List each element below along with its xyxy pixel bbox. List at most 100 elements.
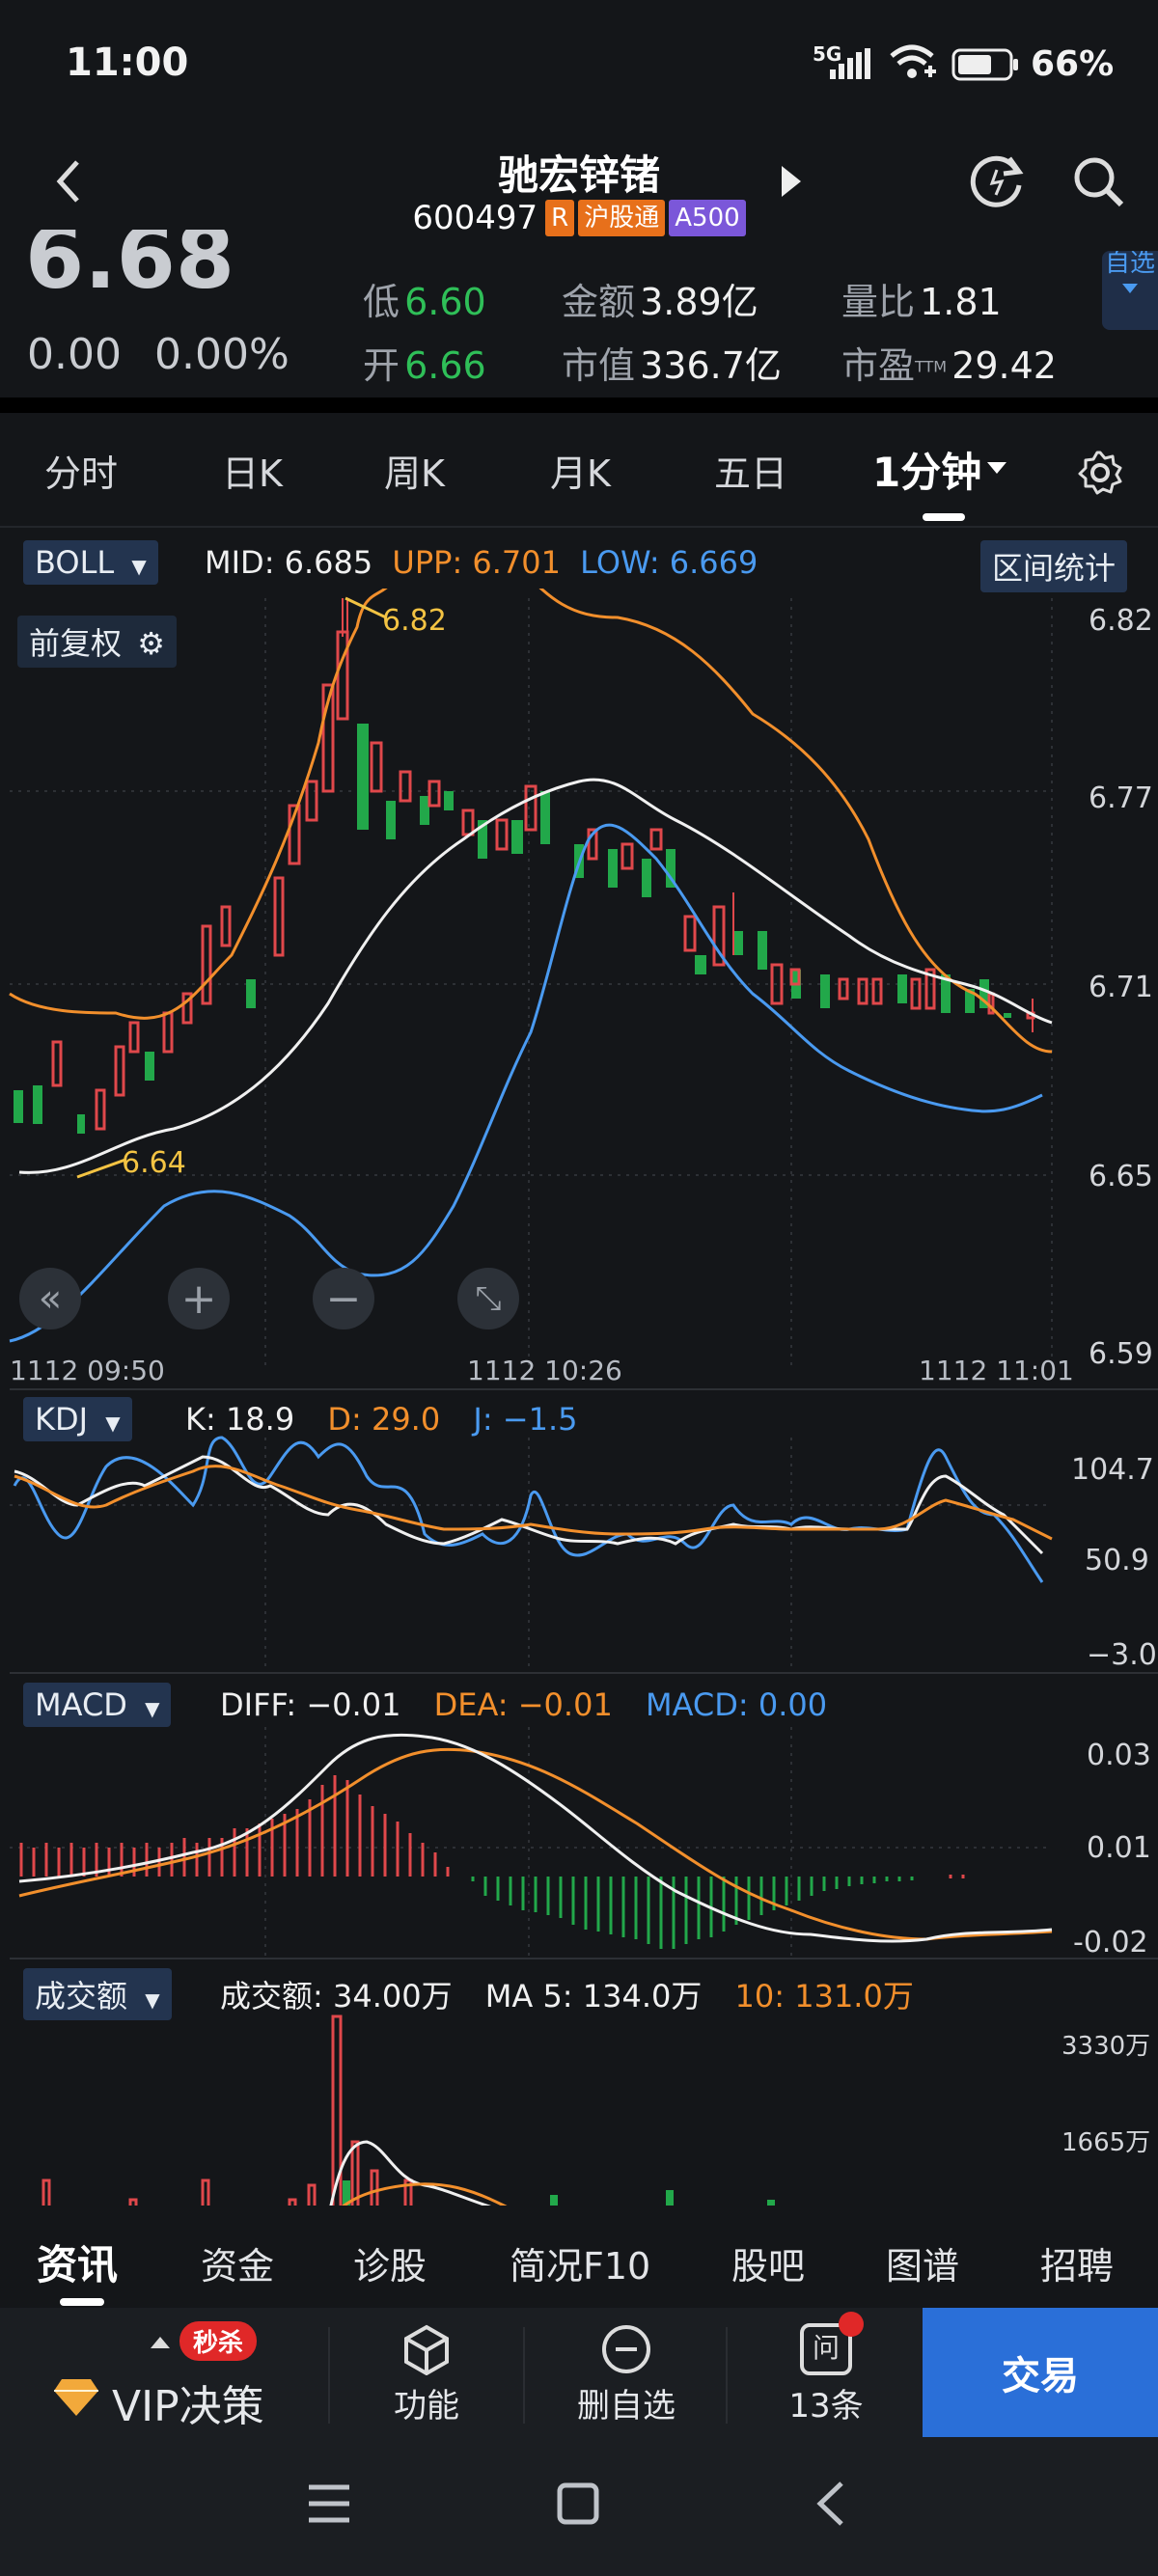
tab-intraday[interactable]: 分时 (44, 444, 118, 497)
diamond-icon (54, 2379, 98, 2416)
range-stats-button[interactable]: 区间统计 (980, 540, 1128, 592)
tag-r-badge: R (545, 200, 575, 236)
amount-stat: 金额 3.89亿 (562, 281, 758, 323)
market-cap-value: 336.7亿 (640, 344, 782, 387)
tab-diagnosis[interactable]: 诊股 (353, 2236, 427, 2289)
kdj-d-value: 29.0 (371, 1401, 441, 1438)
back-nav-icon[interactable] (813, 2480, 847, 2528)
function-button[interactable]: 功能 (359, 2323, 494, 2429)
volume-indicator-select[interactable]: 成交额 ▼ (23, 1968, 172, 2020)
wifi-icon (890, 44, 936, 78)
tab-forum[interactable]: 股吧 (731, 2236, 805, 2289)
zoom-in-icon[interactable]: + (168, 1268, 230, 1329)
kdj-indicator-select[interactable]: KDJ ▼ (23, 1397, 132, 1441)
tab-f10[interactable]: 简况F10 (510, 2236, 650, 2289)
boll-mid-line (18, 778, 1053, 1174)
macd-y-tick: 0.01 (1087, 1831, 1151, 1865)
volume-amount-value: 34.00万 (332, 1978, 453, 2014)
low-price-marker: 6.64 (122, 1146, 186, 1180)
status-time: 11:00 (66, 41, 189, 85)
tab-monthly-k[interactable]: 月K (550, 444, 611, 497)
boll-mid-value: 6.685 (284, 544, 373, 581)
low-value: 6.60 (404, 281, 486, 323)
macd-indicator-select[interactable]: MACD ▼ (23, 1683, 172, 1727)
boll-y-tick: 6.82 (1089, 604, 1153, 638)
tab-recruit[interactable]: 招聘 (1040, 2236, 1114, 2289)
macd-macd-value: 0.00 (758, 1686, 828, 1723)
tabs-divider (0, 526, 1158, 528)
boll-y-tick: 6.71 (1089, 971, 1153, 1004)
kdj-j-value: −1.5 (502, 1401, 578, 1438)
caret-down-icon: ▼ (131, 555, 147, 578)
ask-button[interactable]: 问 13条 (758, 2312, 894, 2429)
tab-five-day[interactable]: 五日 (714, 444, 787, 497)
vip-label: VIP决策 (112, 2382, 264, 2431)
scroll-left-icon[interactable]: « (19, 1268, 81, 1329)
pe-ttm-superscript: TTM (915, 357, 948, 376)
kdj-y-tick: 50.9 (1085, 1544, 1149, 1577)
bar-divider (523, 2327, 525, 2424)
tab-news[interactable]: 资讯 (37, 2233, 118, 2291)
boll-lines (9, 589, 1053, 1343)
boll-low-value: 6.669 (669, 544, 758, 581)
caret-down-icon[interactable] (986, 461, 1007, 475)
tag-hgt-badge: 沪股通 (578, 200, 666, 236)
next-stock-arrow-icon[interactable] (780, 164, 803, 199)
bar-divider (328, 2327, 330, 2424)
boll-y-tick: 6.77 (1089, 781, 1153, 815)
menu-icon[interactable] (307, 2483, 351, 2524)
tab-one-minute[interactable]: 1分钟 (872, 440, 981, 499)
kdj-lines (13, 1436, 1053, 1583)
home-square-icon[interactable] (556, 2481, 600, 2526)
tab-graph[interactable]: 图谱 (886, 2236, 959, 2289)
zoom-out-icon[interactable]: − (313, 1268, 374, 1329)
adjust-price-button[interactable]: 前复权 ⚙ (17, 616, 177, 668)
macd-values: DIFF: −0.01 DEA: −0.01 MACD: 0.00 (220, 1686, 828, 1723)
kdj-grid (10, 1438, 1052, 1669)
fullscreen-icon[interactable]: ⤡ (457, 1268, 519, 1329)
open-stat: 开 6.66 (363, 344, 486, 387)
tab-weekly-k[interactable]: 周K (384, 444, 445, 497)
macd-diff-value: −0.01 (306, 1686, 401, 1723)
price-change-percent: 0.00% (153, 330, 290, 379)
caret-down-icon: ▼ (145, 1697, 160, 1720)
kdj-y-tick: 104.7 (1071, 1453, 1154, 1487)
bar-divider (726, 2327, 728, 2424)
trade-button[interactable]: 交易 (923, 2308, 1158, 2437)
stock-code: 600497 (412, 199, 538, 237)
active-tab-indicator (923, 513, 965, 521)
refresh-icon[interactable] (969, 152, 1025, 208)
signal-icon (830, 48, 870, 79)
volume-y-tick: 3330万 (1062, 2032, 1151, 2061)
price-change: 0.00 (27, 330, 122, 379)
low-stat: 低 6.60 (363, 281, 486, 323)
minus-circle-icon (602, 2325, 650, 2373)
macd-grid (10, 1727, 1052, 1959)
boll-y-tick: 6.59 (1089, 1337, 1153, 1371)
add-watchlist-side-button[interactable]: 自选 (1102, 251, 1158, 330)
boll-values: MID: 6.685 UPP: 6.701 LOW: 6.669 (205, 544, 758, 581)
vip-decision-button[interactable]: 秒杀 VIP决策 (48, 2316, 328, 2431)
battery-icon (951, 48, 1018, 81)
boll-indicator-select[interactable]: BOLL ▼ (23, 540, 158, 585)
pe-stat: 市盈TTM 29.42 (841, 344, 1057, 387)
change-row: 0.00 0.00% (27, 330, 290, 379)
pe-value: 29.42 (951, 344, 1057, 387)
macd-dea-value: −0.01 (517, 1686, 613, 1723)
volume-y-tick: 1665万 (1062, 2128, 1151, 2157)
search-icon[interactable] (1071, 154, 1125, 208)
macd-y-tick: -0.02 (1073, 1926, 1148, 1959)
flash-sale-badge: 秒杀 (179, 2321, 258, 2361)
cube-icon (404, 2324, 449, 2375)
remove-watchlist-button[interactable]: 删自选 (554, 2323, 699, 2429)
volume-ratio-stat: 量比 1.81 (841, 281, 1002, 323)
amount-value: 3.89亿 (640, 281, 758, 323)
volume-ma10-value: 131.0万 (794, 1978, 914, 2014)
tab-funds[interactable]: 资金 (201, 2236, 274, 2289)
volume-values: 成交额: 34.00万 MA 5: 134.0万 10: 131.0万 (220, 1978, 914, 2014)
tab-daily-k[interactable]: 日K (222, 444, 283, 497)
high-price-marker: 6.82 (382, 604, 447, 638)
caret-down-icon (1122, 284, 1138, 293)
settings-gear-icon[interactable] (1077, 450, 1123, 496)
caret-down-icon: ▼ (145, 1988, 160, 2012)
